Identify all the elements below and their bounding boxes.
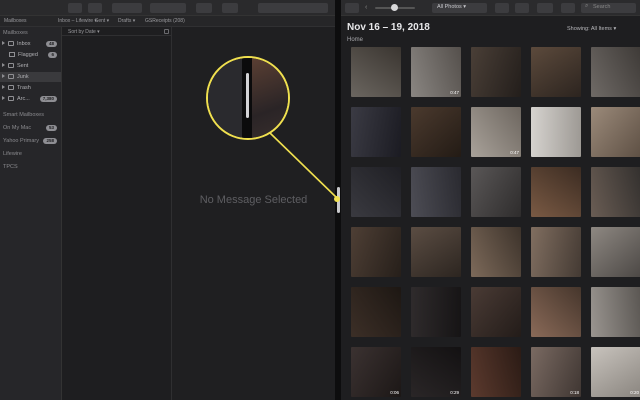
magnified-photo xyxy=(252,58,288,138)
magnifier-callout xyxy=(206,56,290,140)
magnified-message-pane xyxy=(208,58,242,138)
callout-line xyxy=(269,132,340,202)
magnified-divider-handle xyxy=(246,73,249,118)
